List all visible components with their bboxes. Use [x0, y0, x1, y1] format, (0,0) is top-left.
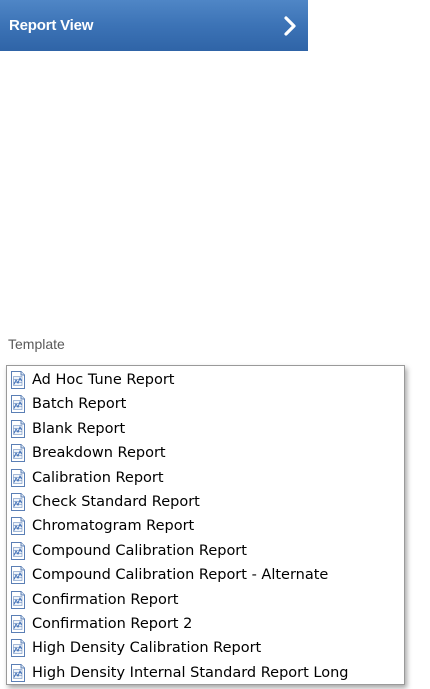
- report-document-icon: [10, 444, 26, 463]
- template-list-item[interactable]: High Density Calibration Report: [10, 636, 402, 660]
- chevron-right-icon: [284, 16, 296, 36]
- template-item-label: High Density Internal Standard Report Lo…: [32, 664, 349, 681]
- template-list-item[interactable]: Breakdown Report: [10, 441, 402, 465]
- template-list-item[interactable]: Compound Calibration Report - Alternate: [10, 563, 402, 587]
- template-column-header[interactable]: Template: [0, 333, 414, 357]
- template-list-item[interactable]: High Density Internal Standard Report Lo…: [10, 661, 402, 685]
- report-document-icon: [10, 615, 26, 633]
- template-item-label: Breakdown Report: [32, 445, 166, 462]
- report-document-icon: [10, 590, 26, 609]
- template-item-label: Ad Hoc Tune Report: [32, 372, 175, 388]
- template-list-item[interactable]: Confirmation Report 2: [10, 612, 402, 636]
- report-view-label: Report View: [9, 17, 94, 34]
- template-list-item[interactable]: Batch Report: [10, 392, 402, 416]
- report-document-icon: [10, 395, 26, 414]
- report-document-icon: [10, 663, 26, 682]
- template-list-item[interactable]: Check Standard Report: [10, 490, 402, 514]
- report-document-icon: [10, 371, 26, 389]
- template-list-item[interactable]: Calibration Report: [10, 466, 402, 490]
- template-panel: Template Ad Hoc Tune Report Batch Report B…: [0, 333, 414, 688]
- template-item-label: Chromatogram Report: [32, 518, 195, 535]
- template-item-label: Check Standard Report: [32, 494, 200, 510]
- report-view-button[interactable]: Report View: [0, 0, 308, 51]
- report-document-icon: [10, 419, 26, 438]
- template-item-label: High Density Calibration Report: [32, 640, 262, 657]
- report-document-icon: [10, 493, 26, 511]
- template-header-label: Template: [8, 336, 65, 352]
- report-document-icon: [10, 566, 26, 585]
- template-list-item[interactable]: Confirmation Report: [10, 588, 402, 612]
- template-item-label: Compound Calibration Report - Alternate: [32, 567, 329, 584]
- template-item-label: Confirmation Report 2: [32, 616, 193, 632]
- report-document-icon: [10, 468, 26, 487]
- template-list-item[interactable]: Compound Calibration Report: [10, 539, 402, 563]
- template-dropdown-list[interactable]: Ad Hoc Tune Report Batch Report Blank Repo…: [6, 365, 405, 685]
- template-list-item[interactable]: Ad Hoc Tune Report: [10, 368, 402, 392]
- report-document-icon: [10, 541, 26, 560]
- template-item-label: Compound Calibration Report: [32, 542, 247, 559]
- template-item-label: Blank Report: [32, 420, 126, 437]
- report-document-icon: [10, 639, 26, 658]
- report-document-icon: [10, 517, 26, 536]
- template-item-label: Calibration Report: [32, 469, 164, 486]
- template-list-item[interactable]: Chromatogram Report: [10, 514, 402, 538]
- template-list-item[interactable]: Blank Report: [10, 417, 402, 441]
- template-item-label: Batch Report: [32, 396, 127, 413]
- template-item-label: Confirmation Report: [32, 591, 179, 608]
